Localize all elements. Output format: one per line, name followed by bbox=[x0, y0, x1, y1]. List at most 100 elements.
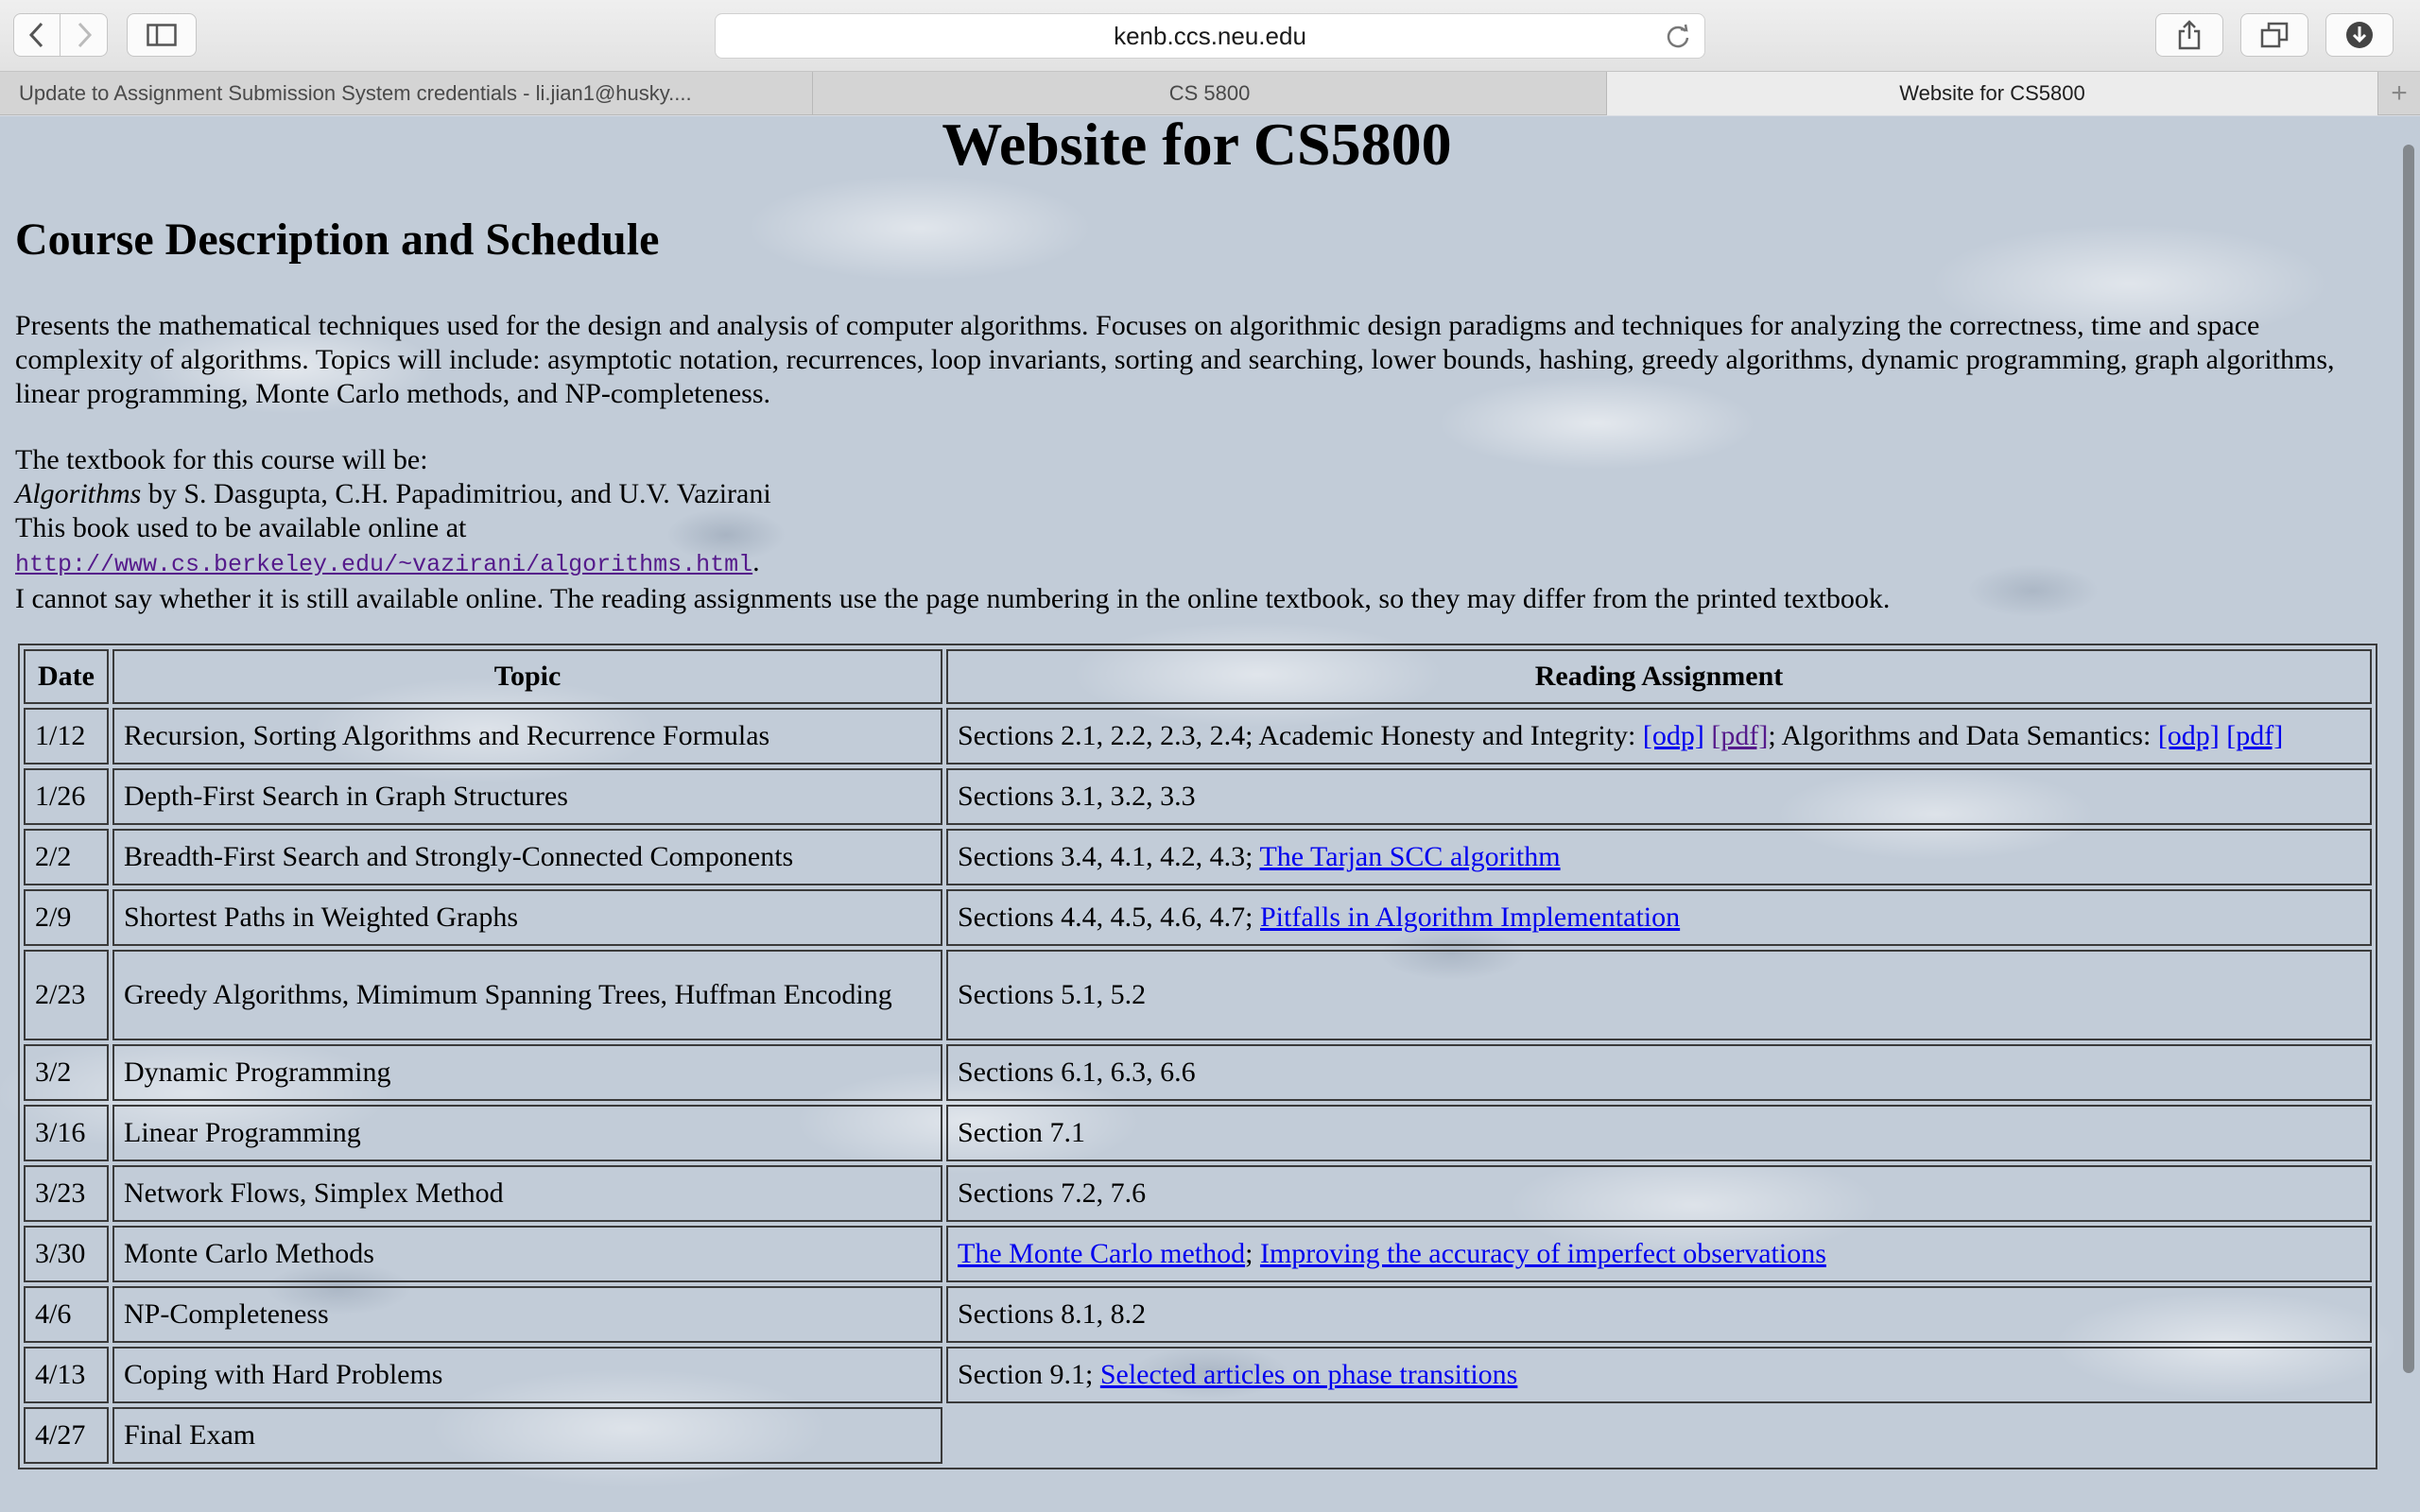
honesty-odp-link[interactable]: [odp] bbox=[1643, 720, 1704, 751]
textbook-authors: by S. Dasgupta, C.H. Papadimitriou, and … bbox=[141, 478, 771, 509]
row-reading: Section 9.1; Selected articles on phase … bbox=[946, 1347, 2372, 1403]
row-topic: Depth-First Search in Graph Structures bbox=[112, 768, 942, 825]
row-topic: Coping with Hard Problems bbox=[112, 1347, 942, 1403]
row-date: 3/30 bbox=[24, 1226, 109, 1282]
browser-toolbar: kenb.ccs.neu.edu bbox=[0, 0, 2420, 72]
plus-icon: + bbox=[2391, 77, 2408, 109]
row-reading: Sections 8.1, 8.2 bbox=[946, 1286, 2372, 1343]
address-bar-url: kenb.ccs.neu.edu bbox=[1114, 21, 1306, 50]
table-row: 2/23 Greedy Algorithms, Mimimum Spanning… bbox=[24, 950, 2372, 1040]
table-row: 4/27 Final Exam bbox=[24, 1407, 2372, 1464]
downloads-button[interactable] bbox=[2325, 13, 2394, 57]
address-bar[interactable]: kenb.ccs.neu.edu bbox=[715, 13, 1705, 59]
row-date: 2/23 bbox=[24, 950, 109, 1040]
row-date: 3/16 bbox=[24, 1105, 109, 1161]
tabs-icon bbox=[2260, 22, 2289, 48]
sidebar-icon bbox=[147, 24, 177, 46]
share-button[interactable] bbox=[2155, 13, 2223, 57]
textbook-line: Algorithms by S. Dasgupta, C.H. Papadimi… bbox=[15, 477, 2369, 511]
tab-label: CS 5800 bbox=[1168, 81, 1251, 105]
semantics-odp-link[interactable]: [odp] bbox=[2158, 720, 2220, 751]
download-icon bbox=[2346, 22, 2373, 48]
tab-assignment-credentials[interactable]: Update to Assignment Submission System c… bbox=[0, 72, 813, 115]
tab-label: Update to Assignment Submission System c… bbox=[19, 81, 692, 105]
tab-bar: Update to Assignment Submission System c… bbox=[0, 72, 2420, 115]
reading-text: Section 9.1; bbox=[958, 1359, 1100, 1390]
row-reading: Sections 7.2, 7.6 bbox=[946, 1165, 2372, 1222]
row-date: 2/9 bbox=[24, 889, 109, 946]
pitfalls-link[interactable]: Pitfalls in Algorithm Implementation bbox=[1260, 902, 1680, 933]
row-topic: Linear Programming bbox=[112, 1105, 942, 1161]
header-reading: Reading Assignment bbox=[946, 649, 2372, 704]
table-row: 1/12 Recursion, Sorting Algorithms and R… bbox=[24, 708, 2372, 765]
show-tabs-button[interactable] bbox=[2240, 13, 2308, 57]
row-topic: Shortest Paths in Weighted Graphs bbox=[112, 889, 942, 946]
row-reading: Sections 6.1, 6.3, 6.6 bbox=[946, 1044, 2372, 1101]
row-topic: Monte Carlo Methods bbox=[112, 1226, 942, 1282]
row-topic: NP-Completeness bbox=[112, 1286, 942, 1343]
tarjan-scc-link[interactable]: The Tarjan SCC algorithm bbox=[1259, 841, 1560, 872]
header-date: Date bbox=[24, 649, 109, 704]
row-date: 4/6 bbox=[24, 1286, 109, 1343]
tab-cs5800[interactable]: CS 5800 bbox=[813, 72, 1607, 115]
row-date: 2/2 bbox=[24, 829, 109, 885]
table-row: 2/9 Shortest Paths in Weighted Graphs Se… bbox=[24, 889, 2372, 946]
semantics-pdf-link[interactable]: [pdf] bbox=[2226, 720, 2283, 751]
monte-carlo-link[interactable]: The Monte Carlo method bbox=[958, 1238, 1245, 1269]
row-topic: Breadth-First Search and Strongly-Connec… bbox=[112, 829, 942, 885]
row-reading: Sections 3.4, 4.1, 4.2, 4.3; The Tarjan … bbox=[946, 829, 2372, 885]
textbook-url-link[interactable]: http://www.cs.berkeley.edu/~vazirani/alg… bbox=[15, 551, 752, 578]
table-row: 1/26 Depth-First Search in Graph Structu… bbox=[24, 768, 2372, 825]
table-header-row: Date Topic Reading Assignment bbox=[24, 649, 2372, 704]
table-row: 4/6 NP-Completeness Sections 8.1, 8.2 bbox=[24, 1286, 2372, 1343]
page-viewport: Website for CS5800 Course Description an… bbox=[0, 116, 2420, 1512]
row-reading: Section 7.1 bbox=[946, 1105, 2372, 1161]
row-reading: The Monte Carlo method; Improving the ac… bbox=[946, 1226, 2372, 1282]
row-date: 1/26 bbox=[24, 768, 109, 825]
chevron-left-icon bbox=[28, 22, 43, 48]
tab-label: Website for CS5800 bbox=[1899, 81, 2085, 105]
row-date: 4/13 bbox=[24, 1347, 109, 1403]
reading-text: Sections 4.4, 4.5, 4.6, 4.7; bbox=[958, 902, 1260, 933]
chevron-right-icon bbox=[78, 22, 92, 48]
table-row: 3/16 Linear Programming Section 7.1 bbox=[24, 1105, 2372, 1161]
reading-text: ; Algorithms and Data Semantics: bbox=[1768, 720, 2158, 751]
row-reading: Sections 4.4, 4.5, 4.6, 4.7; Pitfalls in… bbox=[946, 889, 2372, 946]
forward-button[interactable] bbox=[60, 13, 108, 57]
row-reading: Sections 2.1, 2.2, 2.3, 2.4; Academic Ho… bbox=[946, 708, 2372, 765]
textbook-online-note: This book used to be available online at bbox=[15, 512, 467, 543]
back-button[interactable] bbox=[13, 13, 60, 57]
row-reading: Sections 5.1, 5.2 bbox=[946, 950, 2372, 1040]
textbook-disclaimer: I cannot say whether it is still availab… bbox=[15, 583, 1891, 614]
row-date: 3/23 bbox=[24, 1165, 109, 1222]
header-topic: Topic bbox=[112, 649, 942, 704]
imperfect-observations-link[interactable]: Improving the accuracy of imperfect obse… bbox=[1260, 1238, 1826, 1269]
table-row: 3/23 Network Flows, Simplex Method Secti… bbox=[24, 1165, 2372, 1222]
tab-website-cs5800-active[interactable]: Website for CS5800 bbox=[1607, 72, 2378, 115]
reading-separator: ; bbox=[1245, 1238, 1260, 1269]
row-reading: Sections 3.1, 3.2, 3.3 bbox=[946, 768, 2372, 825]
phase-transitions-link[interactable]: Selected articles on phase transitions bbox=[1100, 1359, 1518, 1390]
vertical-scrollbar[interactable] bbox=[2403, 145, 2414, 1373]
table-row: 3/30 Monte Carlo Methods The Monte Carlo… bbox=[24, 1226, 2372, 1282]
textbook-title: Algorithms bbox=[15, 478, 142, 509]
page-title: Website for CS5800 bbox=[942, 116, 1452, 178]
table-row: 3/2 Dynamic Programming Sections 6.1, 6.… bbox=[24, 1044, 2372, 1101]
row-topic: Final Exam bbox=[112, 1407, 942, 1464]
row-topic: Greedy Algorithms, Mimimum Spanning Tree… bbox=[112, 950, 942, 1040]
new-tab-button[interactable]: + bbox=[2378, 72, 2420, 115]
row-topic: Recursion, Sorting Algorithms and Recurr… bbox=[112, 708, 942, 765]
course-description: Presents the mathematical techniques use… bbox=[15, 310, 2335, 409]
textbook-url-suffix: . bbox=[752, 546, 760, 577]
row-date: 1/12 bbox=[24, 708, 109, 765]
textbook-intro: The textbook for this course will be: bbox=[15, 444, 428, 475]
row-reading-empty bbox=[946, 1407, 2372, 1464]
sidebar-toggle-button[interactable] bbox=[127, 13, 197, 57]
section-title: Course Description and Schedule bbox=[15, 215, 660, 265]
table-row: 4/13 Coping with Hard Problems Section 9… bbox=[24, 1347, 2372, 1403]
reload-icon[interactable] bbox=[1665, 24, 1691, 50]
reading-text: Sections 3.4, 4.1, 4.2, 4.3; bbox=[958, 841, 1260, 872]
schedule-table: Date Topic Reading Assignment 1/12 Recur… bbox=[18, 644, 2377, 1469]
row-topic: Dynamic Programming bbox=[112, 1044, 942, 1101]
honesty-pdf-link[interactable]: [pdf] bbox=[1711, 720, 1768, 751]
